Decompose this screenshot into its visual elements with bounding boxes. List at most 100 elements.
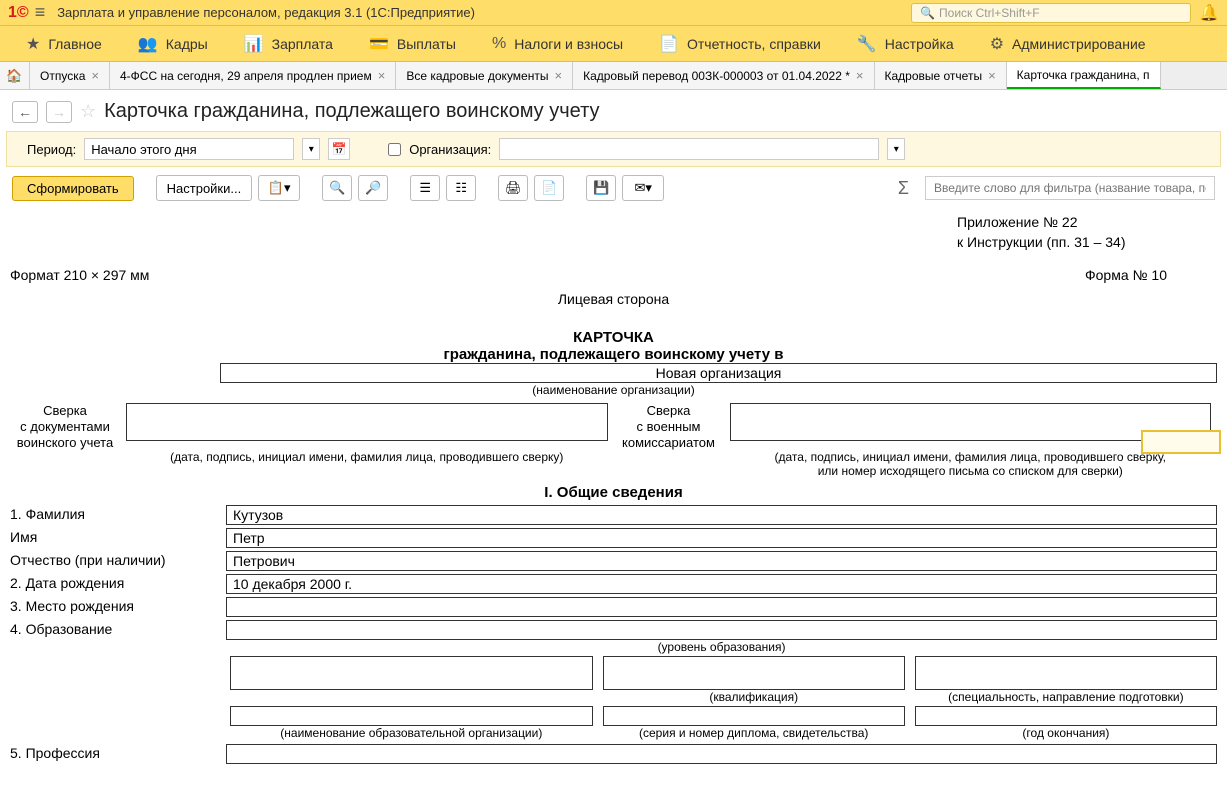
tab-3[interactable]: Все кадровые документы× <box>396 62 573 89</box>
close-icon[interactable]: × <box>554 68 562 83</box>
field-qualification[interactable] <box>603 656 905 690</box>
org-name-field[interactable]: Новая организация <box>220 363 1217 383</box>
label-profession: 5. Профессия <box>10 744 220 764</box>
field-edu-org2[interactable] <box>230 706 593 726</box>
hint-edu-org: (наименование образовательной организаци… <box>230 726 593 740</box>
page-title: Карточка гражданина, подлежащего воинско… <box>104 100 599 123</box>
search-icon: 🔍 <box>920 6 935 20</box>
form-num: Форма № 10 <box>1085 266 1167 286</box>
label-surname: 1. Фамилия <box>10 505 220 525</box>
filter-search-input[interactable] <box>925 176 1215 200</box>
calendar-button[interactable]: 📅 <box>328 138 350 160</box>
period-label: Период: <box>27 142 76 157</box>
card-subtitle: гражданина, подлежащего воинскому учету … <box>10 346 1217 363</box>
menu-admin[interactable]: ⚙Администрирование <box>972 34 1164 54</box>
org-label: Организация: <box>409 142 491 157</box>
send-button[interactable]: ✉▾ <box>622 175 664 201</box>
appendix-num: Приложение № 22 <box>957 213 1217 233</box>
expand-button[interactable]: ☰ <box>410 175 440 201</box>
burger-icon[interactable]: ≡ <box>35 2 46 23</box>
instruction-ref: к Инструкции (пп. 31 – 34) <box>957 233 1217 253</box>
org-checkbox[interactable] <box>388 143 401 156</box>
label-name: Имя <box>10 528 220 548</box>
document-area: Приложение № 22 к Инструкции (пп. 31 – 3… <box>0 209 1227 806</box>
global-search[interactable]: 🔍 Поиск Ctrl+Shift+F <box>911 3 1191 23</box>
tab-6[interactable]: Карточка гражданина, п <box>1007 62 1161 89</box>
logo-1c: 1© <box>8 4 29 22</box>
hint-spec: (специальность, направление подготовки) <box>915 690 1217 704</box>
sverka2-hint2: или номер исходящего письма со списком д… <box>724 464 1218 478</box>
report-toolbar: Сформировать Настройки... 📋▾ 🔍 🔎 ☰ ☷ 🖨 📄… <box>0 167 1227 209</box>
wallet-icon: 💳 <box>369 34 389 54</box>
field-speciality[interactable] <box>915 656 1217 690</box>
tab-2[interactable]: 4-ФСС на сегодня, 29 апреля продлен прие… <box>110 62 396 89</box>
field-grad-year[interactable] <box>915 706 1217 726</box>
org-input[interactable] <box>499 138 879 160</box>
tab-5[interactable]: Кадровые отчеты× <box>875 62 1007 89</box>
label-education: 4. Образование <box>10 620 220 640</box>
sverka1-box[interactable] <box>126 403 608 441</box>
form-grid: 1. Фамилия Кутузов Имя Петр Отчество (пр… <box>10 505 1217 640</box>
sigma-icon[interactable]: Σ <box>898 178 909 199</box>
find-button[interactable]: 🔍 <box>322 175 352 201</box>
wrench-icon: 🔧 <box>857 34 877 54</box>
main-menu: ★Главное 👥Кадры 📊Зарплата 💳Выплаты %Нало… <box>0 26 1227 62</box>
field-edu-org[interactable] <box>230 656 593 690</box>
gear-icon: ⚙ <box>990 34 1004 54</box>
card-title: КАРТОЧКА <box>10 329 1217 346</box>
menu-settings[interactable]: 🔧Настройка <box>839 34 972 54</box>
home-tab[interactable]: 🏠 <box>0 62 30 89</box>
generate-button[interactable]: Сформировать <box>12 176 134 201</box>
settings-button[interactable]: Настройки... <box>156 175 253 201</box>
format-text: Формат 210 × 297 мм <box>10 266 149 286</box>
page-header: ← → ☆ Карточка гражданина, подлежащего в… <box>0 90 1227 131</box>
field-pob[interactable] <box>226 597 1217 617</box>
print-button[interactable]: 🖨 <box>498 175 528 201</box>
side-label: Лицевая сторона <box>10 290 1217 310</box>
field-profession[interactable] <box>226 744 1217 764</box>
nav-back[interactable]: ← <box>12 101 38 123</box>
favorite-star-icon[interactable]: ☆ <box>80 101 96 122</box>
hint-year: (год окончания) <box>915 726 1217 740</box>
titlebar: 1© ≡ Зарплата и управление персоналом, р… <box>0 0 1227 26</box>
menu-taxes[interactable]: %Налоги и взносы <box>474 35 641 53</box>
menu-salary[interactable]: 📊Зарплата <box>226 34 351 54</box>
field-diploma[interactable] <box>603 706 905 726</box>
menu-payments[interactable]: 💳Выплаты <box>351 34 474 54</box>
field-name[interactable]: Петр <box>226 528 1217 548</box>
section-1-title: I. Общие сведения <box>10 484 1217 501</box>
close-icon[interactable]: × <box>988 68 996 83</box>
field-patronymic[interactable]: Петрович <box>226 551 1217 571</box>
org-hint: (наименование организации) <box>10 383 1217 397</box>
period-input[interactable] <box>84 138 294 160</box>
period-dropdown[interactable]: ▾ <box>302 138 320 160</box>
org-dropdown[interactable]: ▾ <box>887 138 905 160</box>
close-icon[interactable]: × <box>91 68 99 83</box>
tabs-bar: 🏠 Отпуска× 4-ФСС на сегодня, 29 апреля п… <box>0 62 1227 90</box>
tab-1[interactable]: Отпуска× <box>30 62 110 89</box>
sverka1-label: Сверка с документами воинского учета <box>10 403 120 450</box>
save-button[interactable]: 💾 <box>586 175 616 201</box>
menu-reports[interactable]: 📄Отчетность, справки <box>641 34 839 54</box>
label-dob: 2. Дата рождения <box>10 574 220 594</box>
close-icon[interactable]: × <box>378 68 386 83</box>
sverka-row: Сверка с документами воинского учета Све… <box>10 403 1217 450</box>
tab-4[interactable]: Кадровый перевод 00ЗК-000003 от 01.04.20… <box>573 62 874 89</box>
close-icon[interactable]: × <box>856 68 864 83</box>
sverka1-hint: (дата, подпись, инициал имени, фамилия л… <box>120 450 614 478</box>
preview-button[interactable]: 📄 <box>534 175 564 201</box>
collapse-button[interactable]: ☷ <box>446 175 476 201</box>
percent-icon: % <box>492 35 506 53</box>
variants-button[interactable]: 📋▾ <box>258 175 300 201</box>
nav-forward[interactable]: → <box>46 101 72 123</box>
label-patronymic: Отчество (при наличии) <box>10 551 220 571</box>
find-next-button[interactable]: 🔎 <box>358 175 388 201</box>
bell-icon[interactable]: 🔔 <box>1199 3 1219 23</box>
menu-hr[interactable]: 👥Кадры <box>120 34 226 54</box>
sverka2-box[interactable] <box>730 403 1212 441</box>
field-surname[interactable]: Кутузов <box>226 505 1217 525</box>
selected-cell[interactable] <box>1141 430 1221 454</box>
field-edu-level[interactable] <box>226 620 1217 640</box>
menu-main[interactable]: ★Главное <box>8 34 120 54</box>
field-dob[interactable]: 10 декабря 2000 г. <box>226 574 1217 594</box>
